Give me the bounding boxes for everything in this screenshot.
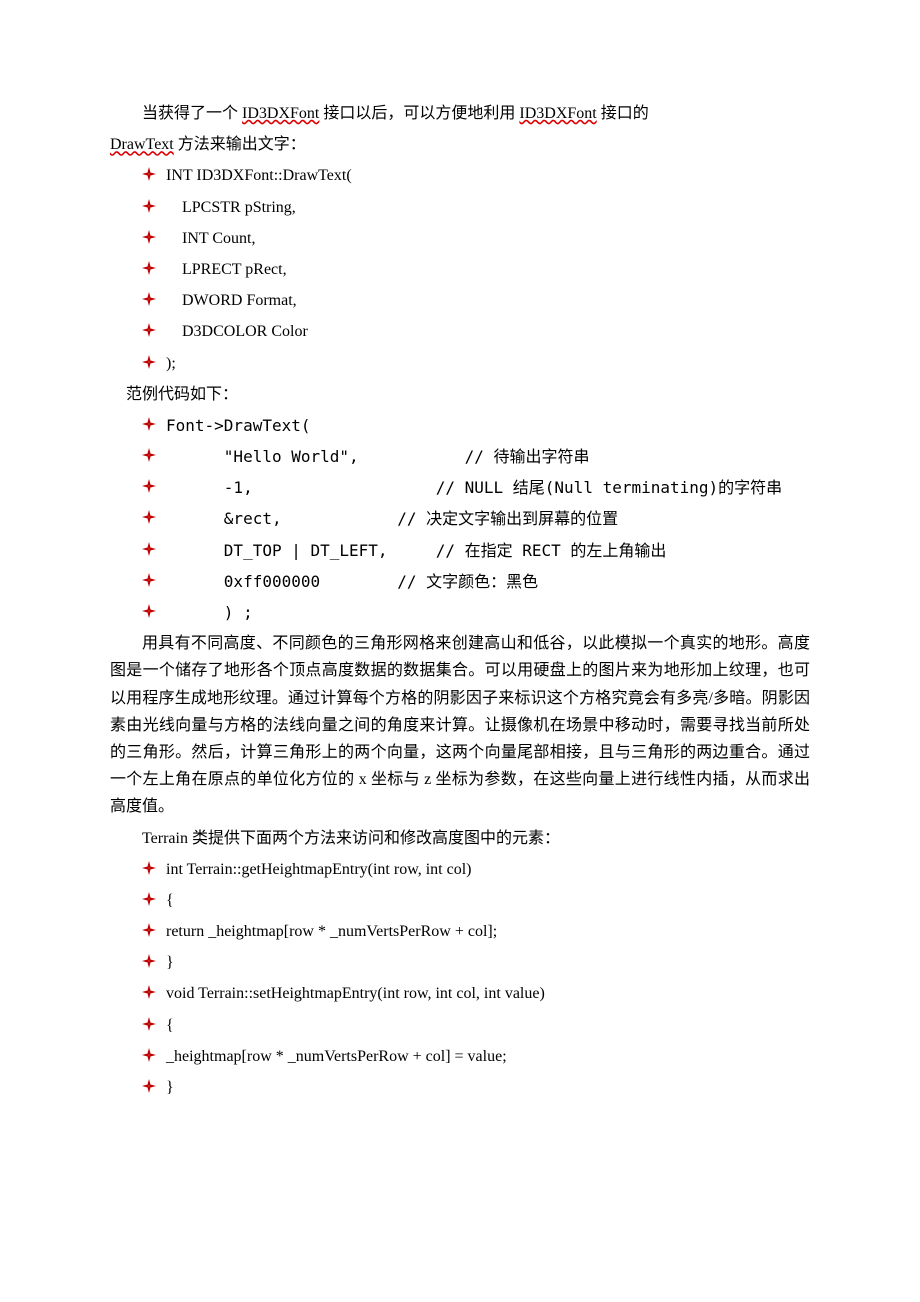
code-line: LPRECT pRect, xyxy=(110,256,810,283)
code-line: -1, // NULL 结尾(Null terminating)的字符串 xyxy=(110,474,810,501)
code-line: } xyxy=(110,949,810,976)
code-text: _heightmap[row * _numVertsPerRow + col] … xyxy=(166,1043,810,1070)
text: ID3DXFont xyxy=(519,105,596,122)
code-text: } xyxy=(166,949,810,976)
wind-rose-icon xyxy=(142,323,156,337)
code-line: 0xff000000 // 文字颜色：黑色 xyxy=(110,568,810,595)
code-line: "Hello World", // 待输出字符串 xyxy=(110,443,810,470)
code-line: _heightmap[row * _numVertsPerRow + col] … xyxy=(110,1043,810,1070)
code-text: INT Count, xyxy=(166,225,810,252)
code-line: ) ; xyxy=(110,599,810,626)
code-text: { xyxy=(166,1012,810,1039)
code-line: DT_TOP | DT_LEFT, // 在指定 RECT 的左上角输出 xyxy=(110,537,810,564)
text: ID3DXFont xyxy=(242,105,319,122)
terrain-paragraph: 用具有不同高度、不同颜色的三角形网格来创建高山和低谷，以此模拟一个真实的地形。高… xyxy=(110,630,810,820)
wind-rose-icon xyxy=(142,417,156,431)
code-line: Font->DrawText( xyxy=(110,412,810,439)
code-line: return _heightmap[row * _numVertsPerRow … xyxy=(110,918,810,945)
intro-paragraph-line1: 当获得了一个 ID3DXFont 接口以后，可以方便地利用 ID3DXFont … xyxy=(110,100,810,127)
code-text: Font->DrawText( xyxy=(166,412,810,439)
code-text: ) ; xyxy=(166,599,810,626)
code-text: &rect, // 决定文字输出到屏幕的位置 xyxy=(166,505,810,532)
wind-rose-icon xyxy=(142,479,156,493)
code-text: 0xff000000 // 文字颜色：黑色 xyxy=(166,568,810,595)
code-text: INT ID3DXFont::DrawText( xyxy=(166,162,810,189)
wind-rose-icon xyxy=(142,355,156,369)
code-line: DWORD Format, xyxy=(110,287,810,314)
example-label: 范例代码如下： xyxy=(110,381,810,408)
wind-rose-icon xyxy=(142,1079,156,1093)
code-line: &rect, // 决定文字输出到屏幕的位置 xyxy=(110,505,810,532)
code-line: D3DCOLOR Color xyxy=(110,318,810,345)
wind-rose-icon xyxy=(142,261,156,275)
code-line: ); xyxy=(110,350,810,377)
code-text: void Terrain::setHeightmapEntry(int row,… xyxy=(166,980,810,1007)
code-text: D3DCOLOR Color xyxy=(166,318,810,345)
text: DrawText xyxy=(110,136,174,153)
wind-rose-icon xyxy=(142,199,156,213)
code-line: int Terrain::getHeightmapEntry(int row, … xyxy=(110,856,810,883)
wind-rose-icon xyxy=(142,923,156,937)
wind-rose-icon xyxy=(142,1017,156,1031)
wind-rose-icon xyxy=(142,230,156,244)
wind-rose-icon xyxy=(142,167,156,181)
code-line: { xyxy=(110,1012,810,1039)
code-line: LPCSTR pString, xyxy=(110,194,810,221)
code-text: return _heightmap[row * _numVertsPerRow … xyxy=(166,918,810,945)
code-text: { xyxy=(166,887,810,914)
text: 当获得了一个 xyxy=(142,105,242,122)
code-text: ); xyxy=(166,350,810,377)
wind-rose-icon xyxy=(142,954,156,968)
wind-rose-icon xyxy=(142,510,156,524)
code-text: "Hello World", // 待输出字符串 xyxy=(166,443,810,470)
code-text: DT_TOP | DT_LEFT, // 在指定 RECT 的左上角输出 xyxy=(166,537,810,564)
code-line: void Terrain::setHeightmapEntry(int row,… xyxy=(110,980,810,1007)
code-text: -1, // NULL 结尾(Null terminating)的字符串 xyxy=(166,474,810,501)
code-block-drawtext-decl: INT ID3DXFont::DrawText( LPCSTR pString,… xyxy=(110,162,810,376)
code-text: LPRECT pRect, xyxy=(166,256,810,283)
wind-rose-icon xyxy=(142,542,156,556)
wind-rose-icon xyxy=(142,573,156,587)
code-text: DWORD Format, xyxy=(166,287,810,314)
text: 方法来输出文字： xyxy=(174,136,306,153)
text: 接口以后，可以方便地利用 xyxy=(319,105,519,122)
terrain-methods-intro: Terrain 类提供下面两个方法来访问和修改高度图中的元素： xyxy=(110,825,810,852)
wind-rose-icon xyxy=(142,985,156,999)
code-block-drawtext-example: Font->DrawText( "Hello World", // 待输出字符串… xyxy=(110,412,810,626)
code-block-terrain-methods: int Terrain::getHeightmapEntry(int row, … xyxy=(110,856,810,1102)
code-line: INT Count, xyxy=(110,225,810,252)
code-text: } xyxy=(166,1074,810,1101)
intro-paragraph-line2: DrawText 方法来输出文字： xyxy=(110,131,810,158)
code-line: { xyxy=(110,887,810,914)
code-text: LPCSTR pString, xyxy=(166,194,810,221)
wind-rose-icon xyxy=(142,1048,156,1062)
code-line: } xyxy=(110,1074,810,1101)
code-line: INT ID3DXFont::DrawText( xyxy=(110,162,810,189)
text: 接口的 xyxy=(597,105,649,122)
wind-rose-icon xyxy=(142,892,156,906)
wind-rose-icon xyxy=(142,292,156,306)
code-text: int Terrain::getHeightmapEntry(int row, … xyxy=(166,856,810,883)
wind-rose-icon xyxy=(142,604,156,618)
wind-rose-icon xyxy=(142,448,156,462)
wind-rose-icon xyxy=(142,861,156,875)
